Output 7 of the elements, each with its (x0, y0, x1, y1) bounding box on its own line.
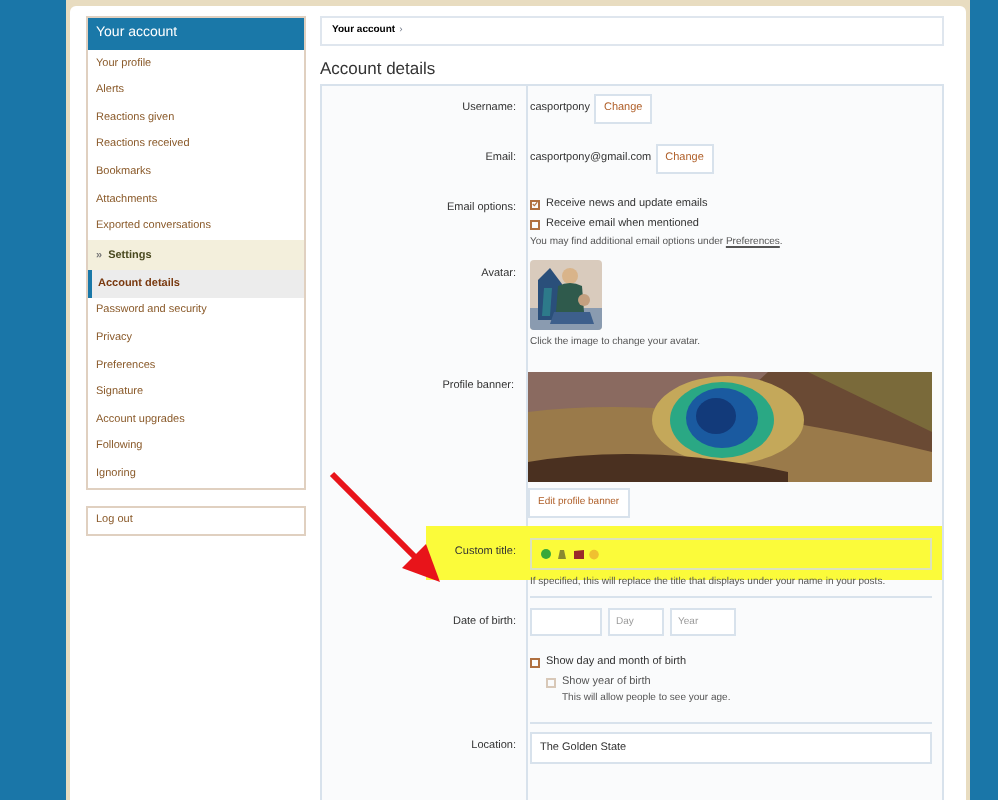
checkbox[interactable] (530, 199, 540, 209)
checkbox[interactable] (530, 219, 540, 229)
page-heading: Account details (320, 56, 438, 82)
arrow-drawing (326, 468, 446, 588)
emoji-icons (540, 548, 600, 560)
checkbox[interactable] (530, 657, 540, 667)
input-field[interactable] (530, 538, 932, 570)
